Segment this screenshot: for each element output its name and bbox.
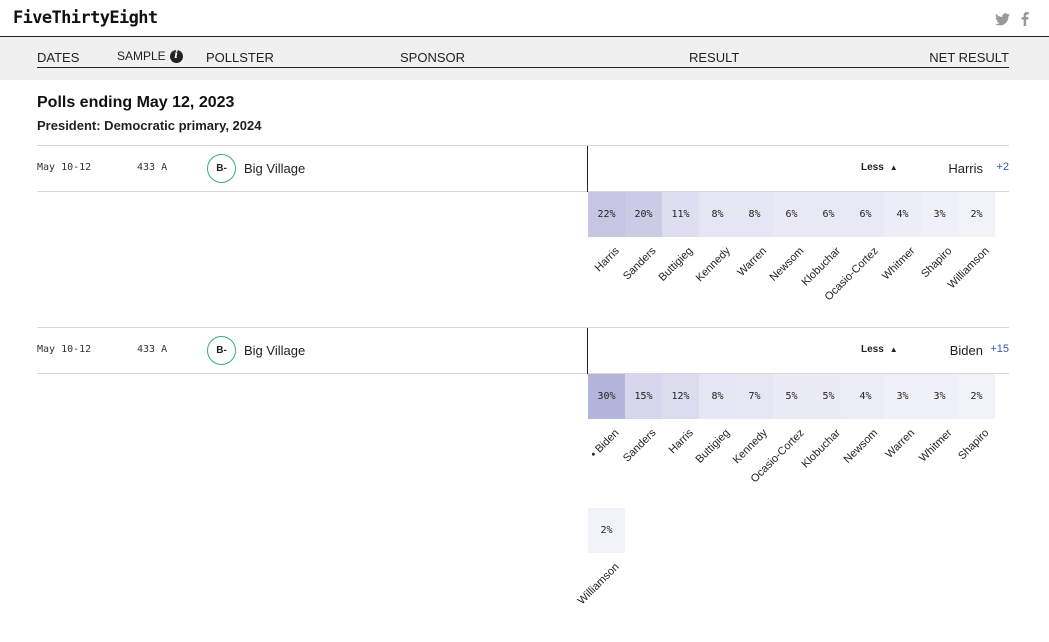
net-result-margin: +15 [990,343,1009,355]
pollster-grade-badge[interactable]: B- [207,154,236,183]
candidate-names: BidenSandersHarrisButtigiegKennedyOcasio… [588,419,1018,485]
col-sample[interactable]: SAMPLE i [117,49,183,63]
result-cell: 3% [921,192,958,237]
result-cell: 4% [847,374,884,419]
candidate-name: Sanders [620,427,658,465]
result-cell: 5% [773,374,810,419]
col-result[interactable]: RESULT [689,50,739,65]
candidate-names: Harris Sanders Buttigieg Kennedy Warren Newso… [588,237,1018,303]
result-cell: 3% [921,374,958,419]
result-cell: 2% [958,374,995,419]
col-sample-label: SAMPLE [117,49,166,63]
result-cell: 6% [847,192,884,237]
result-cell: 8% [699,192,736,237]
result-cell: 11% [662,192,699,237]
candidate-name: Kennedy [693,245,733,285]
poll-sample: 433 A [137,162,168,173]
candidate-name: Buttigieg [693,427,732,466]
result-cell: 3% [884,374,921,419]
group-subtitle: President: Democratic primary, 2024 [37,118,262,133]
result-cell: 8% [736,192,773,237]
candidate-name: Harris [666,427,696,457]
candidate-name: Whitmer [879,245,917,283]
poll-sample: 433 A [137,344,168,355]
triangle-up-icon: ▲ [889,163,898,172]
top-bar: FiveThirtyEight [0,0,1049,37]
group-title: Polls ending May 12, 2023 [37,94,235,111]
candidate-name: Shapiro [918,245,954,281]
net-result-leader: Harris [948,161,983,176]
triangle-up-icon: ▲ [889,345,898,354]
candidate-name: Newsom [841,427,880,466]
result-divider [587,146,588,192]
result-cell: 8% [699,374,736,419]
result-cell: 15% [625,374,662,419]
info-icon[interactable]: i [169,49,183,63]
poll-row[interactable]: May 10-12 433 A B- Big Village Less ▲ Bi… [37,327,1009,374]
result-cells: 30% 15% 12% 8% 7% 5% 5% 4% 3% 3% 2% [588,374,995,419]
facebook-icon[interactable] [1021,11,1029,27]
column-header-band: DATES SAMPLE i POLLSTER SPONSOR RESULT N… [0,37,1049,80]
candidate-name: Biden [588,427,621,460]
result-cell: 7% [736,374,773,419]
candidate-name: Warren [882,427,917,461]
less-toggle[interactable]: Less ▲ [861,344,898,355]
candidate-name: Buttigieg [656,245,695,284]
result-cell: 5% [810,374,847,419]
col-net-result[interactable]: NET RESULT [929,50,1009,65]
result-cell: 22% [588,192,625,237]
twitter-icon[interactable] [995,11,1010,27]
candidate-name: Warren [734,245,769,279]
pollster-grade-badge[interactable]: B- [207,336,236,365]
net-result-leader: Biden [949,343,983,358]
candidate-name: Whitmer [916,427,954,465]
result-divider [587,328,588,374]
col-pollster[interactable]: POLLSTER [206,50,274,65]
candidate-name: Harris [592,245,622,275]
candidate-name: Shapiro [955,427,991,463]
site-logo[interactable]: FiveThirtyEight [13,8,158,28]
result-cell: 6% [773,192,810,237]
less-toggle[interactable]: Less ▲ [861,162,898,173]
result-cell: 2% [588,508,625,553]
pollster-name[interactable]: Big Village [244,343,305,358]
less-toggle-label: Less [861,344,884,355]
result-cells: 22% 20% 11% 8% 8% 6% 6% 6% 4% 3% 2% [588,192,995,237]
net-result-margin: +2 [996,161,1009,173]
pollster-name[interactable]: Big Village [244,161,305,176]
result-cell: 4% [884,192,921,237]
col-dates[interactable]: DATES [37,50,79,65]
result-cell: 2% [958,192,995,237]
poll-row[interactable]: May 10-12 433 A B- Big Village Less ▲ Ha… [37,145,1009,192]
poll-dates: May 10-12 [37,344,92,355]
column-header-row: DATES SAMPLE i POLLSTER SPONSOR RESULT N… [37,37,1009,68]
candidate-name: Sanders [620,245,658,283]
poll-dates: May 10-12 [37,162,92,173]
result-cell: 6% [810,192,847,237]
candidate-name: Williamson [575,561,622,608]
result-cell: 30% [588,374,625,419]
result-cell: 12% [662,374,699,419]
less-toggle-label: Less [861,162,884,173]
col-sponsor[interactable]: SPONSOR [400,50,465,65]
result-cell: 20% [625,192,662,237]
